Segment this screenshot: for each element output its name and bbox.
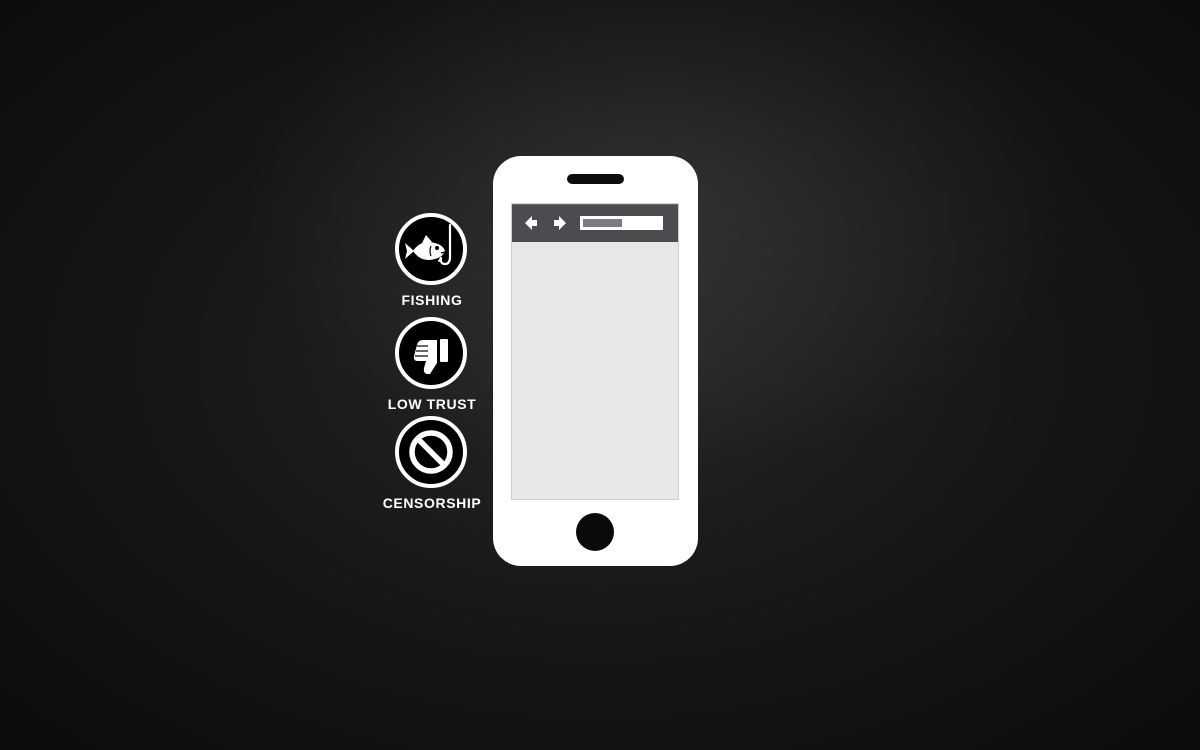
threat-label: LOW TRUST: [387, 396, 477, 412]
page-load-progress: [583, 219, 622, 227]
threat-fishing: FISHING: [372, 213, 492, 313]
thumbs-down-icon: [395, 317, 467, 389]
phone-speaker: [567, 174, 624, 184]
threat-label: CENSORSHIP: [382, 495, 482, 511]
fish-hook-icon: [395, 213, 467, 285]
arrow-right-icon[interactable]: [553, 215, 567, 231]
phone: [493, 156, 698, 566]
phone-screen: [511, 203, 679, 500]
threat-censorship: CENSORSHIP: [372, 416, 492, 516]
address-bar[interactable]: [580, 216, 663, 230]
home-button[interactable]: [576, 513, 614, 551]
threat-low-trust: LOW TRUST: [372, 317, 492, 417]
prohibited-icon: [395, 416, 467, 488]
threat-label: FISHING: [401, 292, 463, 308]
arrow-left-icon[interactable]: [524, 215, 538, 231]
browser-toolbar: [512, 204, 678, 242]
